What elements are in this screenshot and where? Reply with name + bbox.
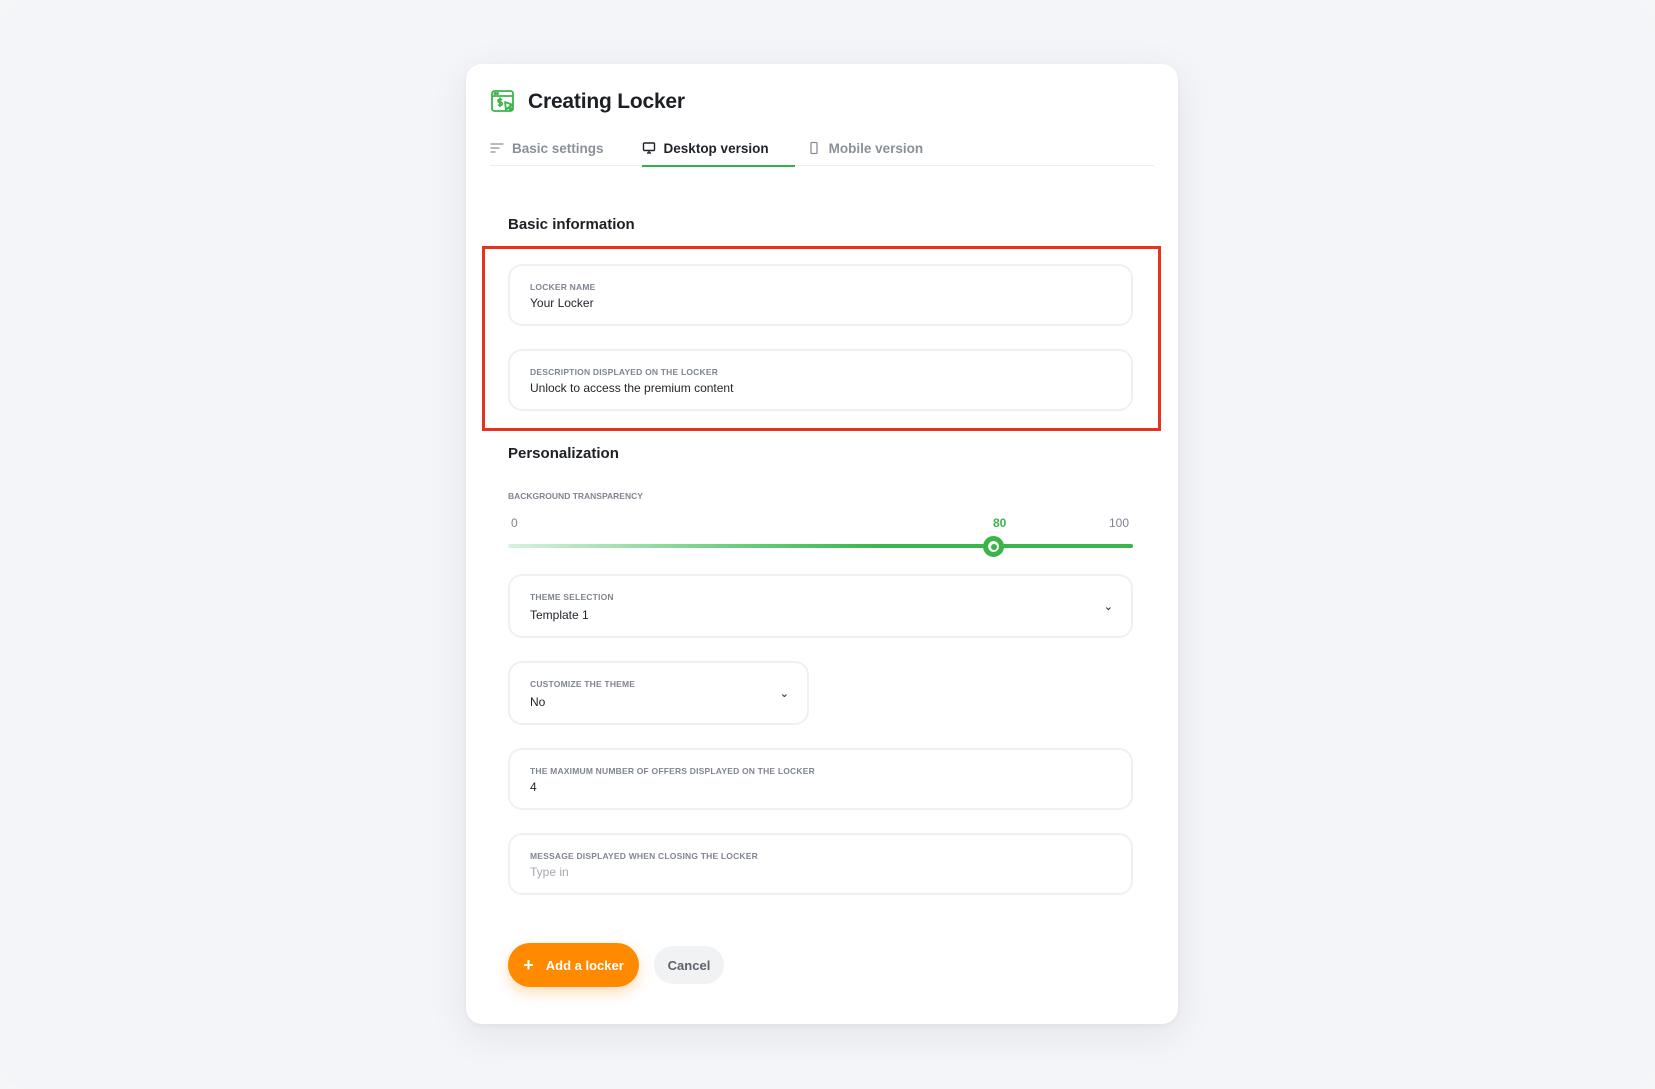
description-input[interactable]: Unlock to access the premium content <box>530 381 733 395</box>
customize-theme-value: No <box>530 695 546 709</box>
monitor-icon <box>642 141 656 155</box>
tab-label: Basic settings <box>512 140 604 156</box>
tab-desktop-version[interactable]: Desktop version <box>641 130 807 167</box>
phone-icon <box>807 141 821 155</box>
max-offers-field[interactable]: THE MAXIMUM NUMBER OF OFFERS DISPLAYED O… <box>508 748 1133 810</box>
slider-value-label: 80 <box>993 516 1007 530</box>
field-label: LOCKER NAME <box>530 282 596 292</box>
closing-message-input[interactable]: Type in <box>530 865 569 879</box>
max-offers-input[interactable]: 4 <box>530 780 537 794</box>
slider-min-label: 0 <box>511 516 518 530</box>
transparency-label: BACKGROUND TRANSPARENCY <box>508 491 643 501</box>
transparency-slider-track[interactable] <box>508 544 1133 548</box>
field-label: MESSAGE DISPLAYED WHEN CLOSING THE LOCKE… <box>530 851 758 861</box>
field-label: THE MAXIMUM NUMBER OF OFFERS DISPLAYED O… <box>530 766 815 776</box>
browser-dollar-cursor-icon <box>490 89 516 115</box>
field-label: DESCRIPTION DISPLAYED ON THE LOCKER <box>530 367 719 377</box>
theme-selection-select[interactable]: THEME SELECTION Template 1 ⌄ <box>508 574 1133 638</box>
tab-bar: Basic settings Desktop version Mobile ve… <box>490 130 1154 167</box>
modal-title: Creating Locker <box>528 90 685 113</box>
slider-max-label: 100 <box>1109 516 1130 530</box>
closing-message-field[interactable]: MESSAGE DISPLAYED WHEN CLOSING THE LOCKE… <box>508 833 1133 895</box>
transparency-slider-thumb[interactable] <box>983 536 1004 557</box>
tab-label: Desktop version <box>663 140 769 156</box>
tab-basic-settings[interactable]: Basic settings <box>490 130 642 166</box>
locker-name-input[interactable]: Your Locker <box>530 296 594 310</box>
cancel-button[interactable]: Cancel <box>654 946 724 984</box>
chevron-down-icon: ⌄ <box>779 688 789 700</box>
section-title-personalization: Personalization <box>508 445 619 462</box>
add-locker-label: Add a locker <box>545 957 624 973</box>
field-label: CUSTOMIZE THE THEME <box>530 679 636 689</box>
chevron-down-icon: ⌄ <box>1103 601 1113 613</box>
section-title-basic-information: Basic information <box>508 216 635 233</box>
add-locker-button[interactable]: + Add a locker <box>508 943 639 987</box>
tab-label: Mobile version <box>828 140 924 156</box>
sliders-icon <box>490 141 504 155</box>
customize-theme-select[interactable]: CUSTOMIZE THE THEME No ⌄ <box>508 661 809 725</box>
modal-header: Creating Locker <box>490 80 685 124</box>
theme-selection-value: Template 1 <box>530 608 589 622</box>
tab-mobile-version[interactable]: Mobile version <box>807 130 962 166</box>
field-label: THEME SELECTION <box>530 592 614 602</box>
creating-locker-modal: Creating Locker Basic settings Desktop v… <box>466 64 1178 1024</box>
locker-name-field[interactable]: LOCKER NAME Your Locker <box>508 264 1133 326</box>
description-field[interactable]: DESCRIPTION DISPLAYED ON THE LOCKER Unlo… <box>508 349 1133 411</box>
plus-icon: + <box>523 955 534 975</box>
